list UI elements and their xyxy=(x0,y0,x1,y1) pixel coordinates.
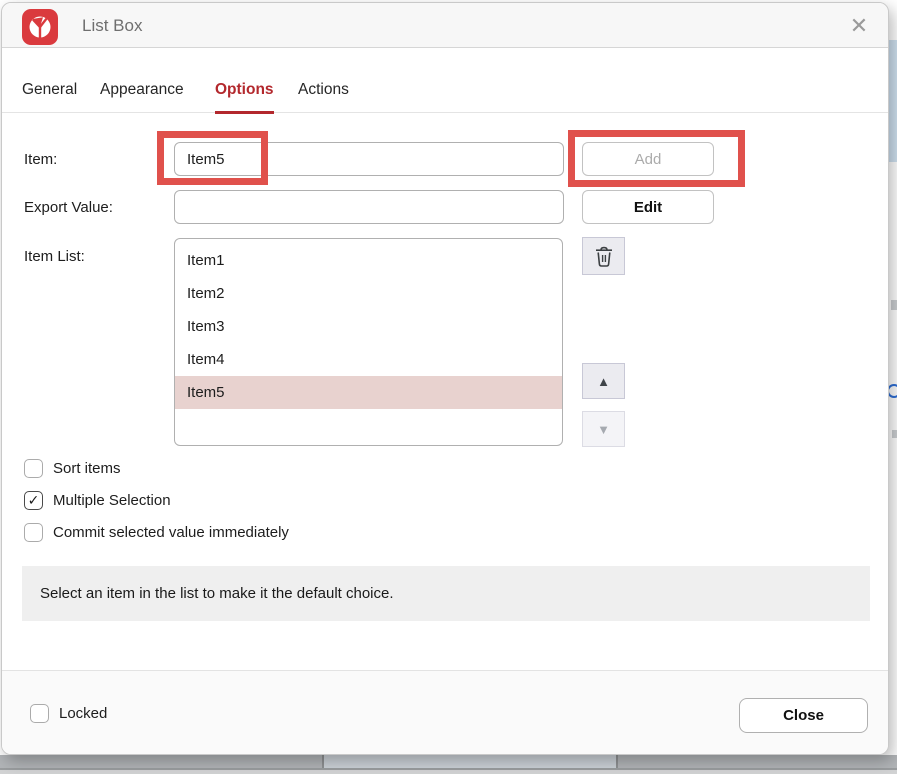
tab-general[interactable]: General xyxy=(22,81,77,111)
close-icon[interactable]: ✕ xyxy=(844,11,874,41)
trash-icon xyxy=(594,245,614,268)
checkbox-box: ✓ xyxy=(24,459,43,478)
sort-items-checkbox[interactable]: ✓ Sort items xyxy=(24,459,121,478)
checkbox-label: Sort items xyxy=(53,460,121,477)
checkbox-box: ✓ xyxy=(30,704,49,723)
tab-actions[interactable]: Actions xyxy=(298,81,349,111)
up-arrow-icon: ▲ xyxy=(597,374,610,389)
list-item[interactable]: Item2 xyxy=(175,277,562,310)
list-item[interactable]: Item4 xyxy=(175,343,562,376)
move-down-button[interactable]: ▼ xyxy=(582,411,625,447)
hint-text: Select an item in the list to make it th… xyxy=(22,566,870,621)
list-item[interactable]: Item5 xyxy=(175,376,562,409)
background-page-edge xyxy=(322,755,618,768)
checkbox-label: Commit selected value immediately xyxy=(53,524,289,541)
close-button[interactable]: Close xyxy=(739,698,868,733)
list-box-properties-dialog: List Box ✕ General Appearance Options Ac… xyxy=(1,2,889,755)
background-mark xyxy=(891,300,897,310)
export-value-label: Export Value: xyxy=(24,199,113,216)
add-button[interactable]: Add xyxy=(582,142,714,176)
multiple-selection-checkbox[interactable]: ✓ Multiple Selection xyxy=(24,491,171,510)
checkbox-label: Locked xyxy=(59,705,107,722)
checkbox-label: Multiple Selection xyxy=(53,492,171,509)
item-listbox: Item1 Item2 Item3 Item4 Item5 xyxy=(174,238,563,446)
tab-options[interactable]: Options xyxy=(215,81,274,114)
item-label: Item: xyxy=(24,151,57,168)
dialog-titlebar: List Box ✕ xyxy=(2,3,888,48)
dialog-footer: ✓ Locked Close xyxy=(2,670,888,755)
down-arrow-icon: ▼ xyxy=(597,422,610,437)
background-mark xyxy=(892,430,897,438)
item-list-label: Item List: xyxy=(24,248,85,265)
export-value-input[interactable] xyxy=(174,190,564,224)
dialog-title: List Box xyxy=(82,16,142,36)
delete-item-button[interactable] xyxy=(582,237,625,275)
locked-checkbox[interactable]: ✓ Locked xyxy=(30,704,107,723)
list-item[interactable]: Item1 xyxy=(175,244,562,277)
screen: List Box ✕ General Appearance Options Ac… xyxy=(0,0,897,774)
move-up-button[interactable]: ▲ xyxy=(582,363,625,399)
tab-appearance[interactable]: Appearance xyxy=(100,81,184,111)
background-taskbar-edge xyxy=(0,768,897,774)
list-item[interactable]: Item3 xyxy=(175,310,562,343)
tab-bar: General Appearance Options Actions xyxy=(2,49,888,113)
commit-immediately-checkbox[interactable]: ✓ Commit selected value immediately xyxy=(24,523,289,542)
checkbox-box: ✓ xyxy=(24,523,43,542)
list-box-field-icon xyxy=(22,9,58,45)
edit-button[interactable]: Edit xyxy=(582,190,714,224)
item-input[interactable] xyxy=(174,142,564,176)
checkbox-box: ✓ xyxy=(24,491,43,510)
checkmark-icon: ✓ xyxy=(28,492,40,509)
